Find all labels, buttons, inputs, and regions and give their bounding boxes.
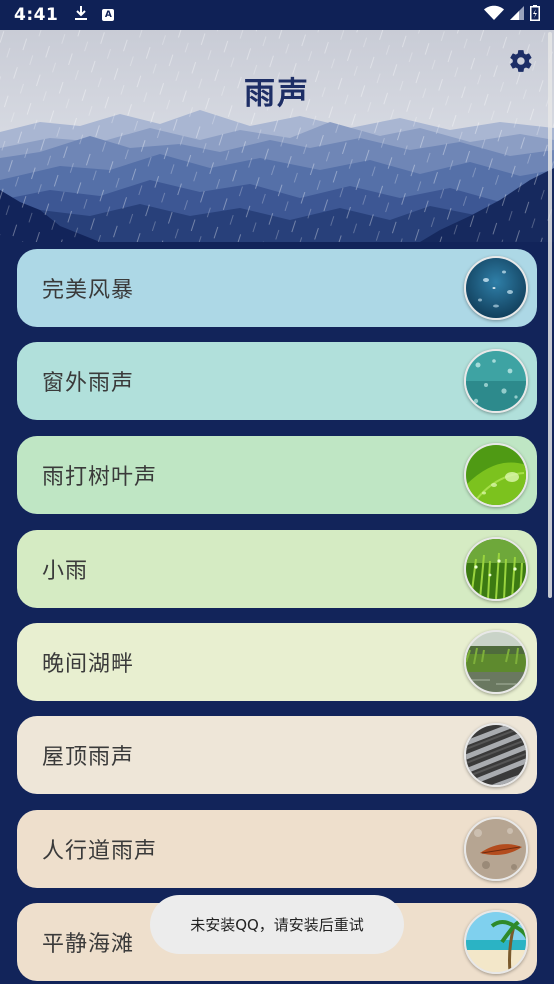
status-system-icons (484, 4, 540, 26)
card-label: 完美风暴 (42, 278, 135, 303)
toast-message: 未安装QQ，请安装后重试 (150, 895, 404, 954)
roof-tiles-thumbnail (464, 723, 528, 787)
status-notification-icons: A (74, 5, 115, 26)
lake-reeds-thumbnail (464, 630, 528, 694)
card-label: 雨打树叶声 (42, 465, 158, 490)
grass-drops-thumbnail (464, 537, 528, 601)
beach-palm-thumbnail (464, 910, 528, 974)
battery-icon (530, 4, 540, 26)
pavement-leaf-thumbnail (464, 817, 528, 881)
sound-card-perfect-storm[interactable]: 完美风暴 (17, 249, 537, 327)
wifi-icon (484, 5, 504, 26)
card-label: 屋顶雨声 (42, 745, 135, 770)
card-label: 晚间湖畔 (42, 652, 135, 677)
sound-card-roof-rain[interactable]: 屋顶雨声 (17, 716, 537, 794)
scrollbar[interactable] (548, 32, 552, 598)
sound-card-light-rain[interactable]: 小雨 (17, 530, 537, 608)
sound-card-window-rain[interactable]: 窗外雨声 (17, 342, 537, 420)
card-label: 小雨 (42, 559, 89, 584)
settings-button[interactable] (506, 48, 536, 78)
card-label: 平静海滩 (42, 932, 135, 957)
card-label: 人行道雨声 (42, 839, 158, 864)
leaf-drops-thumbnail (464, 443, 528, 507)
card-label: 窗外雨声 (42, 371, 135, 396)
window-rain-thumbnail (464, 349, 528, 413)
page-title: 雨声 (244, 76, 310, 112)
signal-icon (510, 5, 524, 25)
gear-icon (508, 48, 534, 78)
status-time: 4:41 (14, 5, 59, 25)
status-bar: 4:41 A (0, 0, 554, 30)
sound-card-rain-on-leaves[interactable]: 雨打树叶声 (17, 436, 537, 514)
water-drops-thumbnail (464, 256, 528, 320)
mountain-rain-illustration (0, 30, 554, 242)
keyboard-a-icon: A (102, 9, 115, 21)
header-banner: 雨声 (0, 30, 554, 242)
sound-card-sidewalk-rain[interactable]: 人行道雨声 (17, 810, 537, 888)
sound-card-evening-lakeside[interactable]: 晚间湖畔 (17, 623, 537, 701)
download-icon (74, 5, 88, 26)
